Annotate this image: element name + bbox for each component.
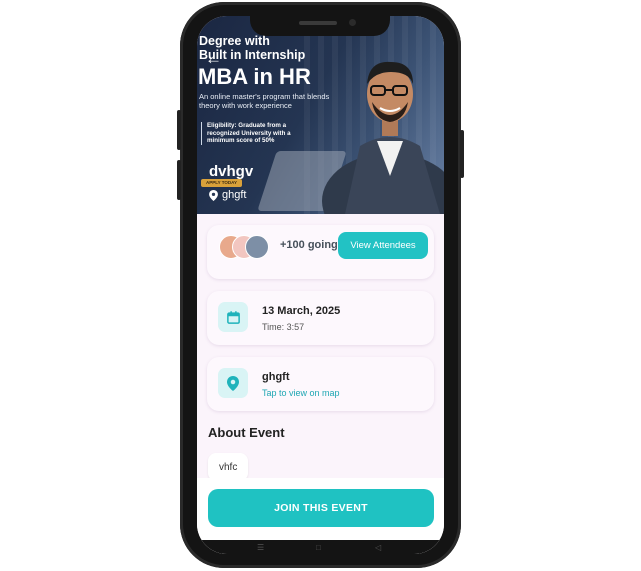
location-card[interactable]: ghgft Tap to view on map xyxy=(207,357,434,411)
description-box: vhfc xyxy=(208,453,248,481)
eligibility-block: Eligibility: Graduate from a recognized … xyxy=(201,122,317,145)
event-time: Time: 3:57 xyxy=(262,322,305,332)
power-button xyxy=(460,130,464,178)
going-count: +100 going xyxy=(280,239,338,251)
speaker xyxy=(299,21,337,25)
about-heading: About Event xyxy=(208,425,285,440)
menu-icon[interactable]: ☰ xyxy=(257,544,264,552)
date-card: 13 March, 2025 Time: 3:57 xyxy=(207,291,434,345)
banner-person-image xyxy=(322,61,444,214)
banner-line-1: Degree with xyxy=(199,34,270,48)
event-date: 13 March, 2025 xyxy=(262,305,341,317)
event-location: ghgft xyxy=(222,189,247,201)
attendee-avatar xyxy=(245,235,269,259)
location-title: ghgft xyxy=(262,371,290,383)
banner-title: MBA in HR xyxy=(198,64,311,89)
calendar-icon-box xyxy=(218,302,248,332)
home-icon[interactable]: □ xyxy=(316,544,321,552)
view-attendees-button[interactable]: View Attendees xyxy=(338,232,428,259)
volume-up-button xyxy=(177,110,181,150)
app-screen: Degree with Built in Internship ← MBA in… xyxy=(197,16,444,554)
event-description: vhfc xyxy=(219,462,238,473)
banner-subtitle: An online master's program that blends t… xyxy=(199,92,330,110)
location-pin-icon xyxy=(209,190,218,201)
event-banner: Degree with Built in Internship ← MBA in… xyxy=(197,16,444,214)
front-camera xyxy=(349,19,356,26)
eligibility-text: Eligibility: Graduate from a recognized … xyxy=(207,122,291,144)
view-on-map-link[interactable]: Tap to view on map xyxy=(262,388,340,398)
volume-down-button xyxy=(177,160,181,200)
attendees-card: +100 going View Attendees xyxy=(207,225,434,279)
back-icon[interactable]: ◁ xyxy=(375,544,381,552)
system-nav-bar: ☰ □ ◁ xyxy=(197,540,444,554)
calendar-icon xyxy=(226,310,240,324)
apply-badge: APPLY TODAY xyxy=(201,179,243,187)
join-event-button[interactable]: JOIN THIS EVENT xyxy=(208,489,434,527)
map-pin-icon-box xyxy=(218,368,248,398)
map-pin-icon xyxy=(227,375,239,391)
